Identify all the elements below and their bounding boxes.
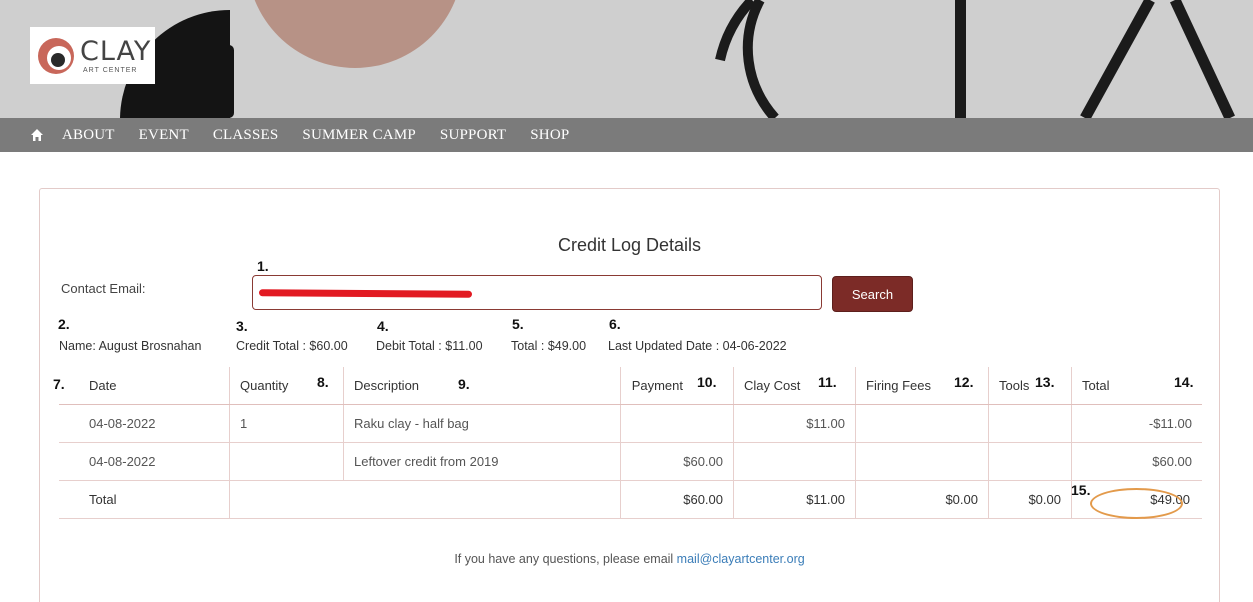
cell-firing-fees: [856, 405, 989, 442]
total-description: [344, 481, 621, 518]
email-label: Contact Email:: [61, 281, 146, 296]
nav-item-about[interactable]: ABOUT: [62, 127, 115, 144]
page-title: Credit Log Details: [557, 235, 702, 255]
annotation-7: 7.: [53, 376, 65, 392]
nav-item-shop[interactable]: SHOP: [530, 127, 569, 144]
brand-logo[interactable]: CLAY ART CENTER: [30, 27, 155, 84]
annotation-14: 14.: [1174, 374, 1194, 390]
cell-clay-cost: $11.00: [734, 405, 856, 442]
annotation-10: 10.: [697, 374, 717, 390]
redaction-mark: [258, 289, 473, 298]
header-payment: Payment: [621, 367, 734, 404]
annotation-3: 3.: [236, 318, 248, 334]
brand-name: CLAY: [80, 35, 152, 67]
main-nav: ABOUT EVENT CLASSES SUMMER CAMP SUPPORT …: [0, 118, 1253, 152]
cell-payment: [621, 405, 734, 442]
highlight-circle: [1090, 488, 1183, 519]
cell-quantity: [230, 443, 344, 480]
cell-total: $60.00: [1152, 454, 1192, 469]
table-row: 04-08-2022 Leftover credit from 2019 $60…: [59, 443, 1202, 481]
search-button[interactable]: Search: [832, 276, 913, 312]
email-field[interactable]: [252, 275, 822, 310]
logo-mark-icon: [36, 36, 76, 76]
nav-item-summer-camp[interactable]: SUMMER CAMP: [302, 127, 415, 144]
total-tools: $0.00: [989, 481, 1072, 518]
nav-item-event[interactable]: EVENT: [139, 127, 189, 144]
debit-total: Debit Total : $11.00: [376, 339, 483, 353]
annotation-4: 4.: [377, 318, 389, 334]
nav-item-classes[interactable]: CLASSES: [213, 127, 279, 144]
annotation-6: 6.: [609, 316, 621, 332]
header-clay-cost: Clay Cost: [734, 367, 856, 404]
table-header-row: Date Quantity Description Payment Clay C…: [59, 367, 1202, 405]
header-description: Description: [344, 367, 621, 404]
contact-name: Name: August Brosnahan: [59, 339, 202, 353]
footer-note: If you have any questions, please email …: [40, 552, 1219, 566]
annotation-9: 9.: [458, 376, 470, 392]
contact-email-link[interactable]: mail@clayartcenter.org: [677, 552, 805, 566]
credit-total: Credit Total : $60.00: [236, 339, 348, 353]
last-updated-date: Last Updated Date : 04-06-2022: [608, 339, 787, 353]
credit-log-table: Date Quantity Description Payment Clay C…: [59, 367, 1202, 519]
cell-date: 04-08-2022: [59, 443, 230, 480]
cell-tools: [989, 405, 1072, 442]
table-total-row: Total $60.00 $11.00 $0.00 $0.00 $49.00: [59, 481, 1202, 519]
annotation-13: 13.: [1035, 374, 1055, 390]
cell-clay-cost: [734, 443, 856, 480]
net-total: Total : $49.00: [511, 339, 587, 353]
banner-artwork: [120, 0, 1235, 118]
total-payment: $60.00: [621, 481, 734, 518]
annotation-11: 11.: [818, 374, 837, 390]
table-row: 04-08-2022 1 Raku clay - half bag $11.00…: [59, 405, 1202, 443]
nav-item-support[interactable]: SUPPORT: [440, 127, 506, 144]
cell-description: Leftover credit from 2019: [344, 443, 621, 480]
footer-text: If you have any questions, please email: [454, 552, 677, 566]
cell-total: -$11.00: [1148, 416, 1192, 431]
credit-log-card: Credit Log Details 1. Contact Email: Sea…: [39, 188, 1220, 602]
total-firing-fees: $0.00: [856, 481, 989, 518]
cell-payment: $60.00: [621, 443, 734, 480]
home-icon[interactable]: [16, 118, 58, 152]
total-label: Total: [59, 481, 230, 518]
annotation-8: 8.: [317, 374, 329, 390]
header-banner: CLAY ART CENTER: [0, 0, 1253, 118]
annotation-12: 12.: [954, 374, 974, 390]
annotation-5: 5.: [512, 316, 524, 332]
cell-date: 04-08-2022: [59, 405, 230, 442]
cell-description: Raku clay - half bag: [344, 405, 621, 442]
cell-firing-fees: [856, 443, 989, 480]
total-clay-cost: $11.00: [734, 481, 856, 518]
annotation-1: 1.: [257, 258, 269, 274]
header-tools: Tools: [989, 367, 1072, 404]
header-date: Date: [59, 367, 230, 404]
brand-subtitle: ART CENTER: [83, 66, 138, 74]
annotation-15: 15.: [1071, 482, 1091, 498]
total-quantity: [230, 481, 344, 518]
cell-quantity: 1: [230, 405, 344, 442]
cell-tools: [989, 443, 1072, 480]
annotation-2: 2.: [58, 316, 70, 332]
